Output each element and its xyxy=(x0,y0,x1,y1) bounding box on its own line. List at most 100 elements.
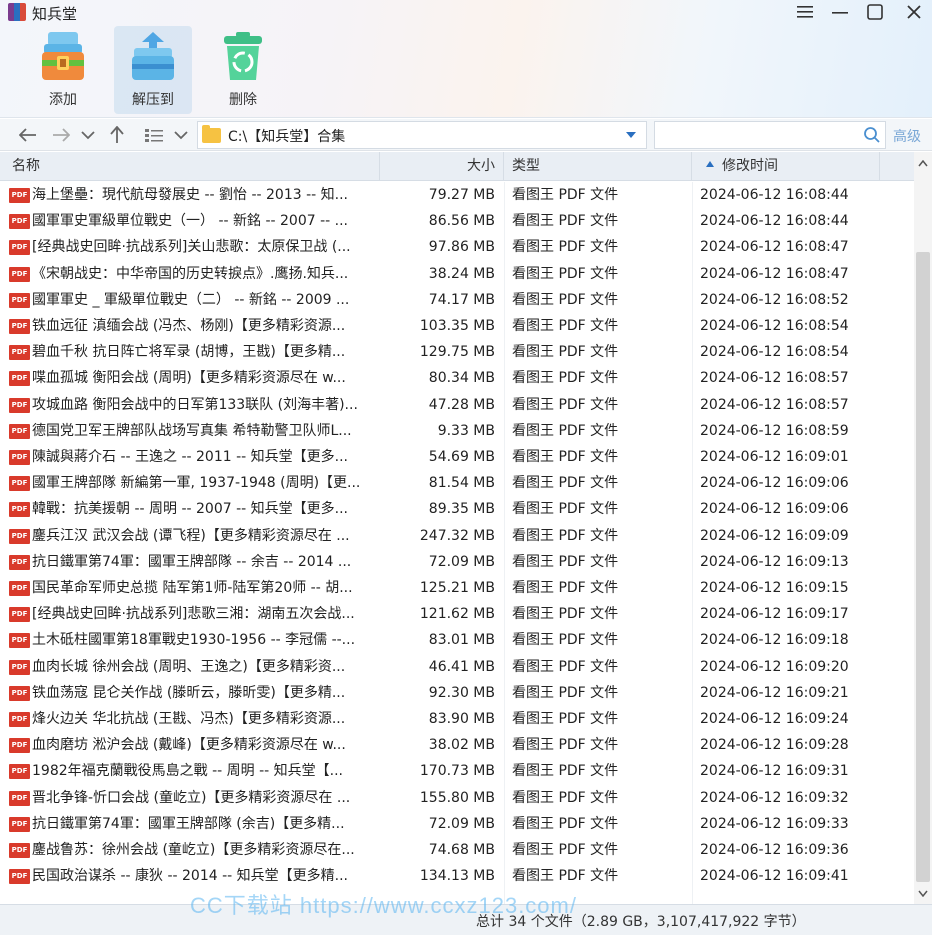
file-row[interactable]: PDF 國軍軍史軍級單位戰史（一） -- 新銘 -- 2007 -- ... 86.… xyxy=(0,208,914,234)
file-modified-time: 2024-06-12 16:08:59 xyxy=(700,422,849,439)
scrollbar-thumb[interactable] xyxy=(916,252,930,882)
vertical-scrollbar[interactable] xyxy=(914,152,932,904)
scroll-down-icon[interactable] xyxy=(914,884,932,902)
file-row[interactable]: PDF 1982年福克蘭戰役馬島之戰 -- 周明 -- 知兵堂【... 170.73… xyxy=(0,758,914,784)
pdf-file-icon: PDF xyxy=(9,319,30,334)
file-type: 看图王 PDF 文件 xyxy=(512,606,619,623)
add-archive-icon xyxy=(38,30,88,88)
file-size: 89.35 MB xyxy=(428,501,495,518)
file-type: 看图王 PDF 文件 xyxy=(512,213,619,230)
file-size: 83.90 MB xyxy=(428,711,495,727)
file-row[interactable]: PDF 血肉长城 徐州会战 (周明、王逸之)【更多精彩资... 46.41 MB 看图… xyxy=(0,654,914,680)
file-row[interactable]: PDF 民国政治谋杀 -- 康狄 -- 2014 -- 知兵堂【更多精... 134… xyxy=(0,863,914,889)
delete-label: 删除 xyxy=(229,92,257,108)
column-header-size[interactable]: 大小 xyxy=(380,152,504,181)
file-row[interactable]: PDF 《宋朝战史：中华帝国的历史转捩点》.鹰扬.知兵... 38.24 MB 看图王… xyxy=(0,261,914,287)
file-size: 81.54 MB xyxy=(428,475,495,492)
file-row[interactable]: PDF 土木砥柱國軍第18軍戰史1930-1956 -- 李冠儒 --... 83.… xyxy=(0,627,914,653)
file-row[interactable]: PDF 烽火边关 华北抗战 (王戡、冯杰)【更多精彩资源... 83.90 MB 看图… xyxy=(0,706,914,732)
file-size: 86.56 MB xyxy=(428,213,495,230)
file-row[interactable]: PDF 国民革命军师史总揽 陆军第1师-陆军第20师 -- 胡... 125.21 … xyxy=(0,575,914,601)
file-name: 抗日鐵軍第74軍：國軍王牌部隊 -- 余吉 -- 2014 ... xyxy=(32,553,352,570)
pdf-file-icon: PDF xyxy=(9,790,30,806)
file-row[interactable]: PDF 陳誠與蔣介石 -- 王逸之 -- 2011 -- 知兵堂【更多... 54.… xyxy=(0,444,914,470)
file-row[interactable]: PDF 铁血远征 滇缅会战 (冯杰、杨刚)【更多精彩资源... 103.35 MB 看… xyxy=(0,313,914,339)
file-list: PDF 海上堡壘：現代航母發展史 -- 劉怡 -- 2013 -- 知... 79.… xyxy=(0,182,914,904)
watermark: CC下载站 https://www.ccxz123.com/ xyxy=(190,893,577,918)
address-bar[interactable]: C:\【知兵堂】合集 xyxy=(197,121,647,149)
close-icon[interactable] xyxy=(896,0,932,24)
file-name: [经典战史回眸·抗战系列]关山悲歌：太原保卫战 (... xyxy=(32,239,351,256)
extract-to-button[interactable]: 解压到 xyxy=(114,26,192,114)
file-row[interactable]: PDF 血肉磨坊 淞沪会战 (戴峰)【更多精彩资源尽在 w... 38.02 MB 看… xyxy=(0,732,914,758)
history-dropdown-icon[interactable] xyxy=(79,123,97,147)
menu-icon[interactable] xyxy=(787,0,823,24)
file-type: 看图王 PDF 文件 xyxy=(512,344,619,361)
file-modified-time: 2024-06-12 16:09:21 xyxy=(700,684,849,701)
file-name: 鏖兵江汉 武汉会战 (谭飞程)【更多精彩资源尽在 ... xyxy=(32,527,350,544)
file-size: 155.80 MB xyxy=(419,789,495,806)
file-name: 国民革命军师史总揽 陆军第1师-陆军第20师 -- 胡... xyxy=(32,580,353,596)
forward-arrow-icon[interactable] xyxy=(50,123,72,147)
file-name: 碧血千秋 抗日阵亡将军录 (胡博，王戡)【更多精... xyxy=(32,344,346,361)
pdf-file-icon: PDF xyxy=(9,633,30,649)
file-type: 看图王 PDF 文件 xyxy=(512,658,619,675)
search-icon[interactable] xyxy=(863,126,881,148)
file-type: 看图王 PDF 文件 xyxy=(512,501,619,518)
file-row[interactable]: PDF 國軍王牌部隊 新編第一軍, 1937-1948 (周明)【更... 81.5… xyxy=(0,470,914,496)
maximize-icon[interactable] xyxy=(857,0,893,24)
view-dropdown-icon[interactable] xyxy=(172,123,190,147)
column-header-modified[interactable]: 修改时间 xyxy=(692,152,880,181)
address-dropdown-icon[interactable] xyxy=(626,132,636,138)
file-row[interactable]: PDF 晋北争锋-忻口会战 (童屹立)【更多精彩资源尽在 ... 155.80 MB… xyxy=(0,785,914,811)
column-modified-label: 修改时间 xyxy=(722,158,778,174)
add-label: 添加 xyxy=(49,92,77,108)
file-row[interactable]: PDF [经典战史回眸·抗战系列]悲歌三湘：湖南五次会战... 121.62 MB 看… xyxy=(0,601,914,627)
file-row[interactable]: PDF 喋血孤城 衡阳会战 (周明)【更多精彩资源尽在 w... 80.34 MB 看… xyxy=(0,365,914,391)
file-size: 134.13 MB xyxy=(419,868,495,885)
file-name: 海上堡壘：現代航母發展史 -- 劉怡 -- 2013 -- 知... xyxy=(32,187,348,203)
add-button[interactable]: 添加 xyxy=(24,26,102,114)
file-size: 74.17 MB xyxy=(428,291,495,308)
file-modified-time: 2024-06-12 16:08:54 xyxy=(700,344,849,361)
file-size: 97.86 MB xyxy=(428,239,495,256)
file-row[interactable]: PDF 韓戰：抗美援朝 -- 周明 -- 2007 -- 知兵堂【更多... 89.… xyxy=(0,496,914,522)
advanced-search-link[interactable]: 高级 xyxy=(893,126,921,146)
column-header-name[interactable]: 名称 xyxy=(0,152,380,181)
file-size: 38.24 MB xyxy=(428,265,495,282)
file-row[interactable]: PDF 碧血千秋 抗日阵亡将军录 (胡博，王戡)【更多精... 129.75 MB 看… xyxy=(0,339,914,365)
up-folder-icon[interactable] xyxy=(107,123,127,147)
file-row[interactable]: PDF 抗日鐵軍第74軍：國軍王牌部隊 -- 余吉 -- 2014 ... 72.0… xyxy=(0,549,914,575)
search-input[interactable] xyxy=(654,121,886,149)
file-row[interactable]: PDF 攻城血路 衡阳会战中的日军第133联队 (刘海丰著)... 47.28 MB… xyxy=(0,392,914,418)
minimize-icon[interactable] xyxy=(822,0,858,24)
scroll-up-icon[interactable] xyxy=(914,154,932,172)
pdf-file-icon: PDF xyxy=(9,266,30,282)
pdf-file-icon: PDF xyxy=(9,397,30,413)
file-row[interactable]: PDF 铁血荡寇 昆仑关作战 (滕昕云，滕昕雯)【更多精... 92.30 MB 看图… xyxy=(0,680,914,706)
pdf-file-icon: PDF xyxy=(9,188,30,203)
file-type: 看图王 PDF 文件 xyxy=(512,842,619,858)
file-type: 看图王 PDF 文件 xyxy=(512,449,619,465)
pdf-file-icon: PDF xyxy=(9,685,30,701)
folder-icon xyxy=(202,125,221,143)
view-mode-icon[interactable] xyxy=(143,123,165,147)
column-header-type[interactable]: 类型 xyxy=(504,152,692,181)
file-row[interactable]: PDF 抗日鐵軍第74軍：國軍王牌部隊 (余吉)【更多精... 72.09 MB 看图… xyxy=(0,811,914,837)
file-row[interactable]: PDF 國軍軍史 _ 軍級單位戰史（二） -- 新銘 -- 2009 ... 74.… xyxy=(0,287,914,313)
file-name: 1982年福克蘭戰役馬島之戰 -- 周明 -- 知兵堂【... xyxy=(32,763,343,780)
back-arrow-icon[interactable] xyxy=(16,123,40,147)
pdf-file-icon: PDF xyxy=(9,476,30,492)
file-size: 125.21 MB xyxy=(419,580,495,596)
file-row[interactable]: PDF 鏖战鲁苏：徐州会战 (童屹立)【更多精彩资源尽在... 74.68 MB 看图… xyxy=(0,837,914,863)
file-row[interactable]: PDF 海上堡壘：現代航母發展史 -- 劉怡 -- 2013 -- 知... 79.… xyxy=(0,182,914,208)
navigation-bar: C:\【知兵堂】合集 高级 xyxy=(0,119,932,151)
file-row[interactable]: PDF [经典战史回眸·抗战系列]关山悲歌：太原保卫战 (... 97.86 MB 看… xyxy=(0,234,914,260)
pdf-file-icon: PDF xyxy=(9,659,30,675)
file-row[interactable]: PDF 德国党卫军王牌部队战场写真集 希特勒警卫队师L... 9.33 MB 看图王 … xyxy=(0,418,914,444)
file-row[interactable]: PDF 鏖兵江汉 武汉会战 (谭飞程)【更多精彩资源尽在 ... 247.32 MB… xyxy=(0,523,914,549)
file-modified-time: 2024-06-12 16:08:54 xyxy=(700,318,849,334)
file-type: 看图王 PDF 文件 xyxy=(512,318,619,334)
delete-button[interactable]: 删除 xyxy=(204,26,282,114)
pdf-file-icon: PDF xyxy=(9,554,30,570)
